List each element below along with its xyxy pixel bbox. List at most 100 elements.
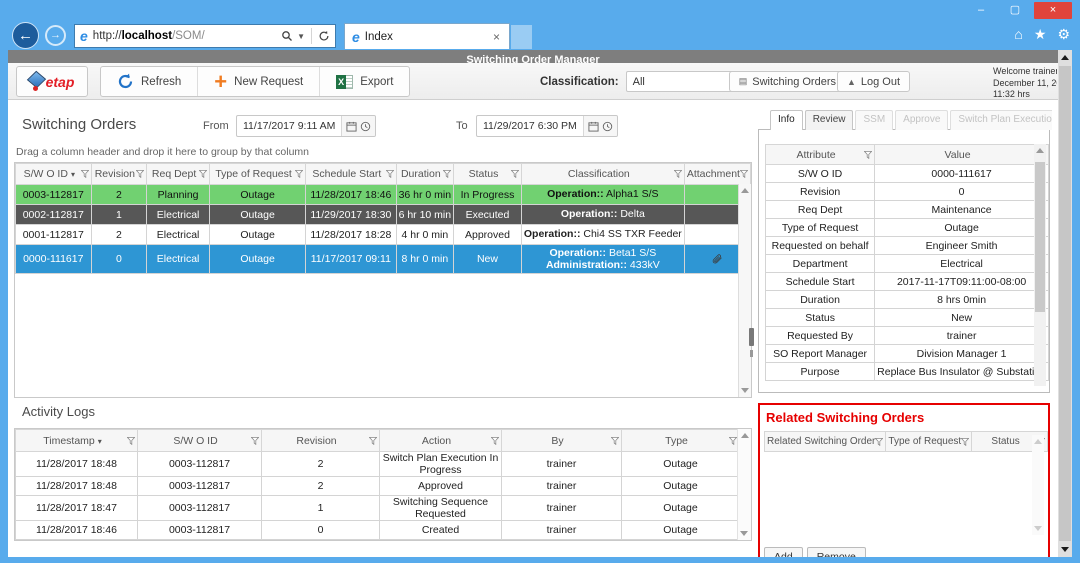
info-row-req-dept[interactable]: Req Dept Maintenance xyxy=(764,200,1049,219)
tab-review[interactable]: Review xyxy=(804,110,854,130)
activity-row[interactable]: 11/28/2017 18:47 0003-112817 1 Switching Se… xyxy=(15,495,740,521)
column-header-attribute[interactable]: Attribute xyxy=(764,144,876,165)
info-row-department[interactable]: Department Electrical xyxy=(764,254,1049,273)
filter-icon[interactable] xyxy=(510,170,519,178)
order-row-0003-112817[interactable]: 0003-112817 2 Planning Outage 11/28/2017 18:… xyxy=(15,184,751,205)
logout-button[interactable]: ▲ Log Out xyxy=(836,71,910,92)
filter-icon[interactable] xyxy=(385,170,394,178)
page-scrollbar[interactable] xyxy=(1058,50,1072,557)
orders-scrollbar[interactable] xyxy=(738,184,751,397)
activity-row[interactable]: 11/28/2017 18:46 0003-112817 0 Created train… xyxy=(15,520,740,540)
filter-icon[interactable] xyxy=(443,170,452,178)
related-scrollbar[interactable] xyxy=(1032,435,1044,535)
scroll-up-icon[interactable] xyxy=(741,188,749,193)
tab-switch-plan-execution[interactable]: Switch Plan Execution xyxy=(950,110,1052,130)
filter-icon[interactable] xyxy=(491,436,499,445)
column-header-status[interactable]: Status xyxy=(453,163,522,185)
column-header-s-w-o-id[interactable]: S/W O ID ▾ xyxy=(15,163,92,185)
close-icon[interactable]: × xyxy=(1034,2,1072,19)
column-header-action[interactable]: Action xyxy=(379,429,502,452)
filter-icon[interactable] xyxy=(673,170,682,178)
minimize-icon[interactable]: – xyxy=(966,2,996,19)
filter-icon[interactable] xyxy=(875,437,884,446)
order-row-0001-112817[interactable]: 0001-112817 2 Electrical Outage 11/28/2017 1… xyxy=(15,224,751,245)
add-button[interactable]: Add xyxy=(764,547,803,557)
column-header-schedule-start[interactable]: Schedule Start xyxy=(305,163,397,185)
column-header-req-dept[interactable]: Req Dept xyxy=(146,163,210,185)
info-row-s-w-o-id[interactable]: S/W O ID 0000-111617 xyxy=(764,164,1049,183)
filter-icon[interactable] xyxy=(740,170,748,178)
settings-gear-icon[interactable]: ⚙ xyxy=(1057,26,1070,43)
url-text[interactable]: http://localhost/SOM/ xyxy=(93,30,281,42)
filter-icon[interactable] xyxy=(369,436,377,445)
tab-close-icon[interactable]: × xyxy=(491,30,502,44)
maximize-icon[interactable]: ▢ xyxy=(1000,2,1030,19)
switching-orders-button[interactable]: ▤ Switching Orders xyxy=(728,71,846,92)
panel-splitter-grip[interactable] xyxy=(750,350,753,357)
activity-row[interactable]: 11/28/2017 18:48 0003-112817 2 Approved trai… xyxy=(15,476,740,496)
scroll-down-icon[interactable] xyxy=(741,388,749,393)
activity-row[interactable]: 11/28/2017 18:48 0003-112817 2 Switch Plan … xyxy=(15,451,740,477)
export-button[interactable]: Export xyxy=(320,67,409,96)
column-header-by[interactable]: By xyxy=(501,429,622,452)
filter-icon[interactable] xyxy=(295,170,304,178)
forward-icon[interactable]: → xyxy=(45,25,66,46)
info-row-duration[interactable]: Duration 8 hrs 0min xyxy=(764,290,1049,309)
info-row-requested-by[interactable]: Requested By trainer xyxy=(764,326,1049,345)
filter-icon[interactable] xyxy=(729,436,737,445)
home-icon[interactable]: ⌂ xyxy=(1014,26,1022,43)
column-header-timestamp[interactable]: Timestamp ▾ xyxy=(15,429,138,452)
scroll-up-icon[interactable] xyxy=(1061,55,1069,60)
scroll-thumb[interactable] xyxy=(1035,162,1045,312)
new-request-button[interactable]: + New Request xyxy=(198,67,321,96)
filter-icon[interactable] xyxy=(127,436,135,445)
column-header-s-w-o-id[interactable]: S/W O ID xyxy=(137,429,262,452)
from-date-input[interactable]: 11/17/2017 9:11 AM xyxy=(236,115,377,137)
tab-ssm[interactable]: SSM xyxy=(855,110,894,130)
tab-approve[interactable]: Approve xyxy=(895,110,949,130)
etap-logo-button[interactable]: etap xyxy=(16,66,88,97)
column-header-duration[interactable]: Duration xyxy=(395,163,455,185)
search-dropdown-icon[interactable]: ▼ xyxy=(297,32,305,41)
filter-icon[interactable] xyxy=(611,436,619,445)
filter-icon[interactable] xyxy=(199,170,207,178)
info-row-type-of-request[interactable]: Type of Request Outage xyxy=(764,218,1049,237)
info-row-purpose[interactable]: Purpose Replace Bus Insulator @ Substatio… xyxy=(764,362,1049,381)
new-tab-button[interactable] xyxy=(511,25,532,49)
favorites-star-icon[interactable]: ★ xyxy=(1034,26,1047,43)
column-header-attachment[interactable]: Attachment xyxy=(683,163,751,185)
scroll-down-icon[interactable] xyxy=(1034,526,1042,531)
scroll-up-icon[interactable] xyxy=(740,433,749,438)
remove-button[interactable]: Remove xyxy=(806,547,866,557)
column-header-value[interactable]: Value xyxy=(874,144,1049,165)
info-row-revision[interactable]: Revision 0 xyxy=(764,182,1049,201)
calendar-icon[interactable] xyxy=(588,121,599,132)
column-header-type[interactable]: Type xyxy=(621,429,740,452)
scroll-down-icon[interactable] xyxy=(740,531,748,536)
tab-info[interactable]: Info xyxy=(770,110,803,130)
column-header-related-switching-order[interactable]: Related Switching Order xyxy=(763,431,887,452)
activity-scrollbar[interactable] xyxy=(737,429,751,540)
info-row-status[interactable]: Status New xyxy=(764,308,1049,327)
filter-icon[interactable] xyxy=(251,436,259,445)
filter-icon[interactable] xyxy=(80,170,89,178)
info-row-schedule-start[interactable]: Schedule Start 2017-11-17T09:11:00-08:00 xyxy=(764,272,1049,291)
column-header-type-of-request[interactable]: Type of Request xyxy=(208,163,307,185)
column-header-type-of-request[interactable]: Type of Request xyxy=(885,431,973,452)
to-date-input[interactable]: 11/29/2017 6:30 PM xyxy=(476,115,618,137)
refresh-button[interactable]: Refresh xyxy=(101,67,199,96)
back-icon[interactable]: ← xyxy=(12,22,39,49)
clock-icon[interactable] xyxy=(602,121,613,132)
column-header-revision[interactable]: Revision xyxy=(261,429,380,452)
column-header-revision[interactable]: Revision xyxy=(90,163,148,185)
search-icon[interactable] xyxy=(281,30,293,42)
order-row-0002-112817[interactable]: 0002-112817 1 Electrical Outage 11/29/2017 1… xyxy=(15,204,751,225)
clock-icon[interactable] xyxy=(360,121,371,132)
scroll-down-icon[interactable] xyxy=(1061,547,1069,552)
info-scrollbar[interactable] xyxy=(1034,144,1046,386)
column-header-classification[interactable]: Classification xyxy=(520,163,685,185)
panel-splitter-handle[interactable] xyxy=(749,328,754,346)
calendar-icon[interactable] xyxy=(346,121,357,132)
info-row-requested-on-behalf[interactable]: Requested on behalf Engineer Smith xyxy=(764,236,1049,255)
filter-icon[interactable] xyxy=(864,150,873,159)
